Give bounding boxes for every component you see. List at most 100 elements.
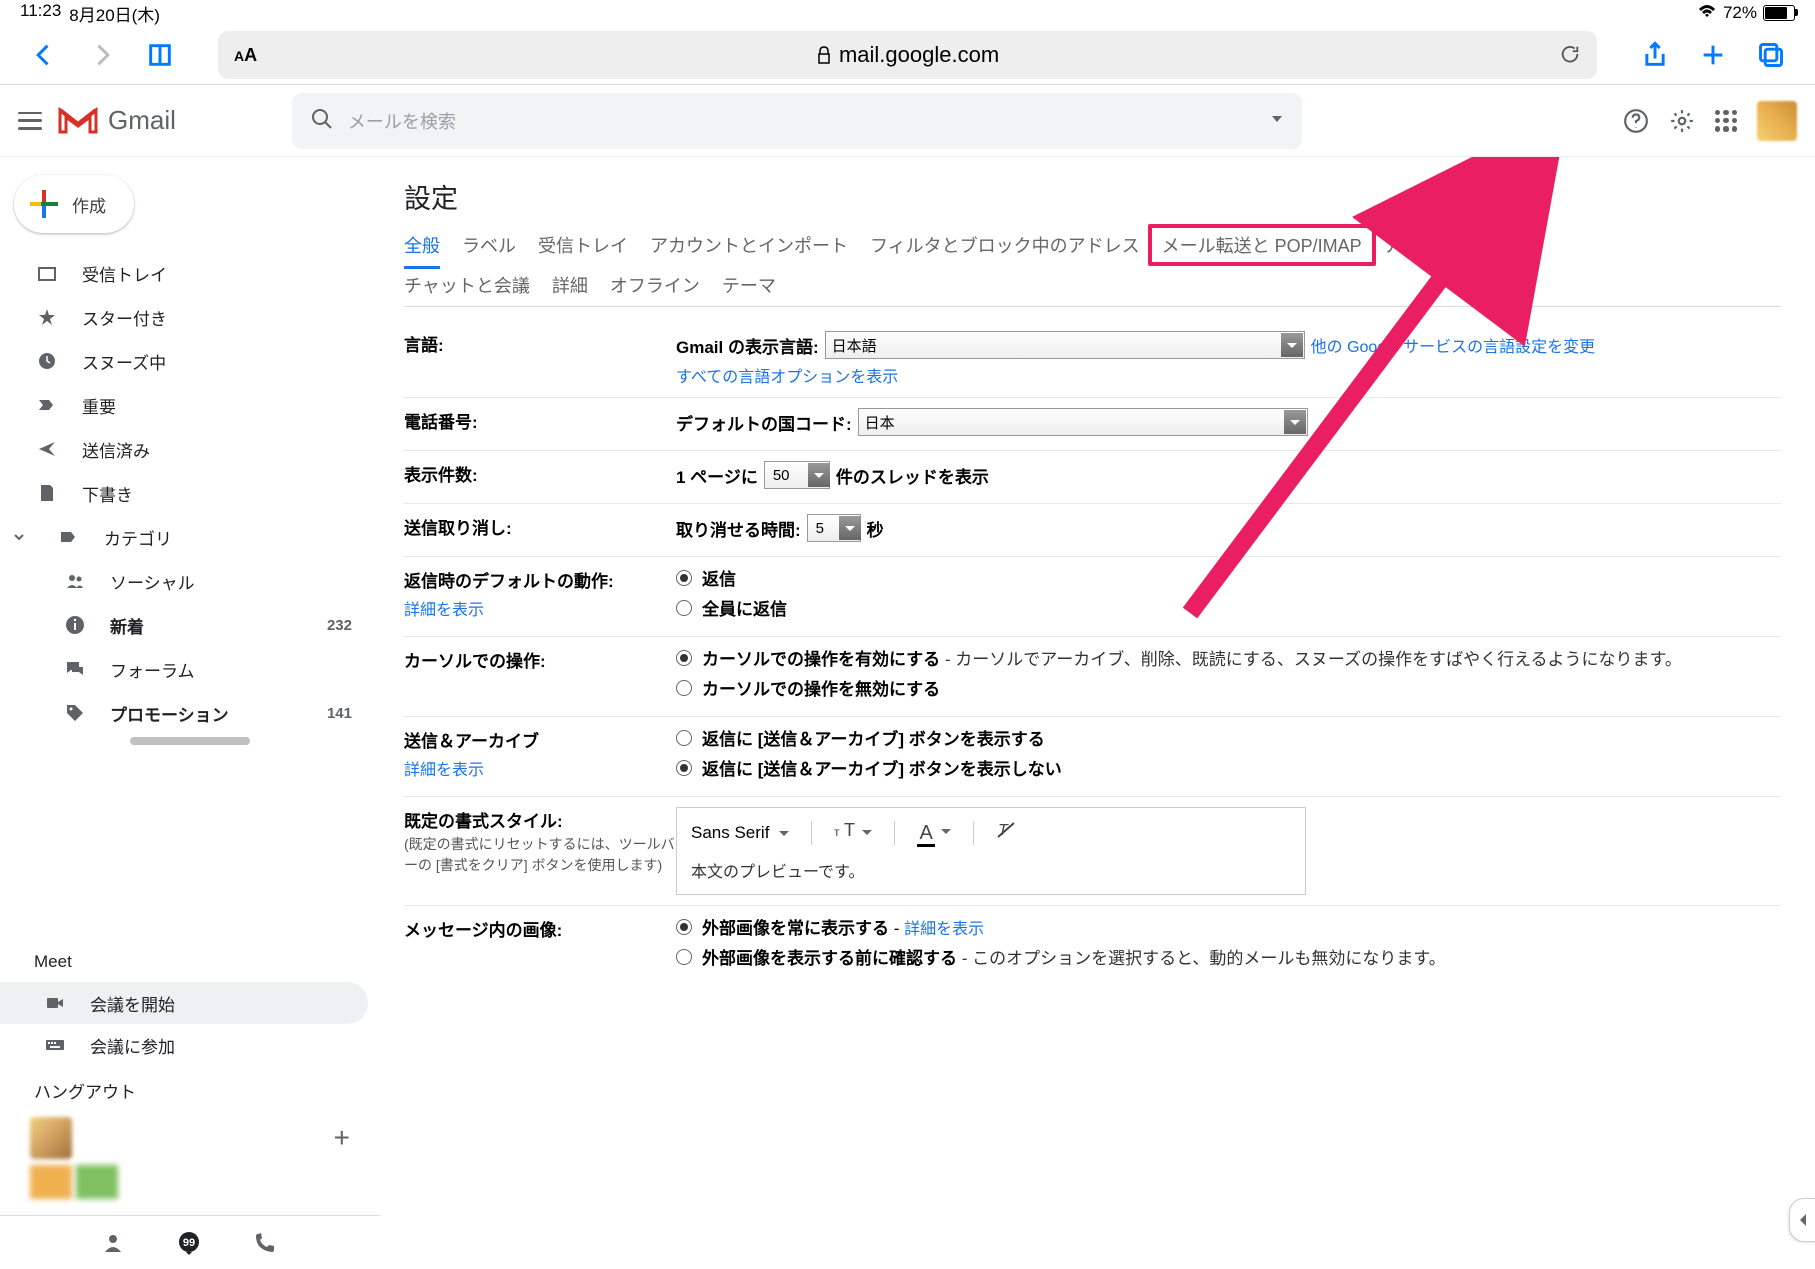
- text-color-icon[interactable]: A: [917, 822, 950, 845]
- gmail-logo[interactable]: Gmail: [58, 105, 176, 136]
- forum-icon: [64, 658, 86, 680]
- tab-advanced[interactable]: 詳細: [552, 272, 588, 298]
- reply-opt2[interactable]: 全員に返信: [676, 597, 1781, 623]
- setting-pagesize: 表示件数: 1 ページに50件のスレッドを表示: [404, 451, 1781, 504]
- plus-icon: [30, 190, 58, 218]
- images-opt2[interactable]: 外部画像を表示する前に確認する - このオプションを選択すると、動的メールも無効…: [676, 946, 1781, 972]
- keyboard-icon: [44, 1034, 66, 1056]
- settings-button[interactable]: [1669, 108, 1695, 134]
- nav-categories[interactable]: カテゴリ: [0, 515, 368, 559]
- font-select[interactable]: Sans Serif: [691, 823, 789, 843]
- tab-general[interactable]: 全般: [404, 232, 440, 269]
- cursor-opt2[interactable]: カーソルでの操作を無効にする: [676, 677, 1781, 703]
- meet-join[interactable]: 会議に参加: [0, 1024, 368, 1066]
- reload-button[interactable]: [1559, 43, 1581, 68]
- tab-themes[interactable]: テーマ: [722, 272, 776, 298]
- tabs-button[interactable]: [1751, 35, 1791, 75]
- people-icon: [64, 570, 86, 592]
- scrollbar-thumb[interactable]: [130, 737, 250, 745]
- meet-start[interactable]: 会議を開始: [0, 982, 368, 1024]
- images-opt1[interactable]: 外部画像を常に表示する - 詳細を表示: [676, 916, 1781, 942]
- nav-inbox[interactable]: 受信トレイ: [0, 251, 368, 295]
- clear-format-icon[interactable]: T: [996, 820, 1018, 846]
- bottom-tabs: 99: [0, 1215, 380, 1269]
- nav-forums[interactable]: フォーラム: [0, 647, 368, 691]
- chevron-down-icon: [14, 532, 24, 542]
- tab-filters[interactable]: フィルタとブロック中のアドレス: [870, 232, 1140, 258]
- tab-chat[interactable]: チャットと会議: [404, 272, 530, 298]
- setting-phone: 電話番号: デフォルトの国コード:日本: [404, 398, 1781, 451]
- url-text: mail.google.com: [839, 42, 999, 68]
- new-tab-button[interactable]: [1693, 35, 1733, 75]
- lang-options-link[interactable]: すべての言語オプションを表示: [676, 363, 1781, 387]
- hangout-avatar: [30, 1117, 72, 1159]
- reply-detail-link[interactable]: 詳細を表示: [404, 596, 676, 620]
- reply-opt1[interactable]: 返信: [676, 567, 1781, 593]
- help-button[interactable]: [1623, 108, 1649, 134]
- tab-offline[interactable]: オフライン: [610, 272, 700, 298]
- setting-archive: 送信＆アーカイブ詳細を表示 返信に [送信＆アーカイブ] ボタンを表示する 返信…: [404, 717, 1781, 797]
- menu-button[interactable]: [18, 112, 42, 130]
- search-placeholder: メールを検索: [348, 108, 1256, 134]
- phone-icon[interactable]: [252, 1230, 278, 1256]
- nav-updates[interactable]: 新着232: [0, 603, 368, 647]
- sidebar: 作成 受信トレイ スター付き スヌーズ中 重要 送信済み 下書き カテゴリ ソー…: [0, 157, 380, 1269]
- radio-checked[interactable]: [676, 570, 692, 586]
- hangouts-title: ハングアウト: [0, 1078, 380, 1117]
- tag-icon: [64, 702, 86, 724]
- text-size-icon[interactable]: тT: [834, 820, 872, 846]
- search-options-icon[interactable]: [1270, 112, 1284, 129]
- important-icon: [36, 394, 58, 416]
- url-bar[interactable]: AAAA mail.google.com: [218, 31, 1597, 79]
- lock-icon: [817, 46, 831, 64]
- svg-text:т: т: [834, 825, 840, 839]
- compose-button[interactable]: 作成: [14, 175, 134, 233]
- tab-addons[interactable]: アドオン: [1384, 232, 1456, 258]
- person-icon[interactable]: [100, 1230, 126, 1256]
- nav-social[interactable]: ソーシャル: [0, 559, 368, 603]
- images-detail-link[interactable]: 詳細を表示: [904, 921, 984, 938]
- forward-button: [82, 35, 122, 75]
- draft-icon: [36, 482, 58, 504]
- archive-opt2[interactable]: 返信に [送信＆アーカイブ] ボタンを表示しない: [676, 757, 1781, 783]
- tab-forwarding-pop-imap[interactable]: メール転送と POP/IMAP: [1148, 224, 1376, 266]
- side-panel-toggle[interactable]: [1789, 1198, 1815, 1242]
- tab-accounts[interactable]: アカウントとインポート: [650, 232, 848, 258]
- ios-status-bar: 11:23 8月20日(木) 72%: [0, 0, 1815, 26]
- chat-icon[interactable]: 99: [176, 1230, 202, 1256]
- setting-images: メッセージ内の画像: 外部画像を常に表示する - 詳細を表示 外部画像を表示する…: [404, 906, 1781, 986]
- lang-select[interactable]: 日本語: [825, 331, 1305, 359]
- inbox-icon: [36, 262, 58, 284]
- lang-other-link[interactable]: 他の Google サービスの言語設定を変更: [1311, 333, 1596, 357]
- nav-sent[interactable]: 送信済み: [0, 427, 368, 471]
- nav-important[interactable]: 重要: [0, 383, 368, 427]
- nav-snoozed[interactable]: スヌーズ中: [0, 339, 368, 383]
- text-size-button[interactable]: AAAA: [234, 45, 257, 66]
- hangout-add-button[interactable]: +: [334, 1122, 350, 1154]
- cursor-opt1[interactable]: カーソルでの操作を有効にする - カーソルでアーカイブ、削除、既読にする、スヌー…: [676, 647, 1781, 673]
- tab-labels[interactable]: ラベル: [462, 232, 516, 258]
- send-icon: [36, 438, 58, 460]
- safari-toolbar: AAAA mail.google.com: [0, 26, 1815, 84]
- setting-undo: 送信取り消し: 取り消せる時間:5秒: [404, 504, 1781, 557]
- undo-select[interactable]: 5: [807, 514, 861, 542]
- setting-language: 言語: Gmail の表示言語: 日本語 他の Google サービスの言語設定…: [404, 321, 1781, 398]
- archive-detail-link[interactable]: 詳細を表示: [404, 756, 676, 780]
- clock-icon: [36, 350, 58, 372]
- nav-starred[interactable]: スター付き: [0, 295, 368, 339]
- setting-style: 既定の書式スタイル:(既定の書式にリセットするには、ツールバーの [書式をクリア…: [404, 797, 1781, 906]
- hangout-row[interactable]: +: [0, 1117, 380, 1159]
- account-avatar[interactable]: [1757, 101, 1797, 141]
- archive-opt1[interactable]: 返信に [送信＆アーカイブ] ボタンを表示する: [676, 727, 1781, 753]
- apps-button[interactable]: [1715, 110, 1737, 132]
- phone-select[interactable]: 日本: [858, 408, 1308, 436]
- nav-drafts[interactable]: 下書き: [0, 471, 368, 515]
- back-button[interactable]: [24, 35, 64, 75]
- search-bar[interactable]: メールを検索: [292, 93, 1302, 149]
- pagesize-select[interactable]: 50: [764, 461, 830, 489]
- bookmarks-button[interactable]: [140, 35, 180, 75]
- tab-inbox[interactable]: 受信トレイ: [538, 232, 628, 258]
- nav-promotions[interactable]: プロモーション141: [0, 691, 368, 735]
- label-icon: [58, 526, 80, 548]
- share-button[interactable]: [1635, 35, 1675, 75]
